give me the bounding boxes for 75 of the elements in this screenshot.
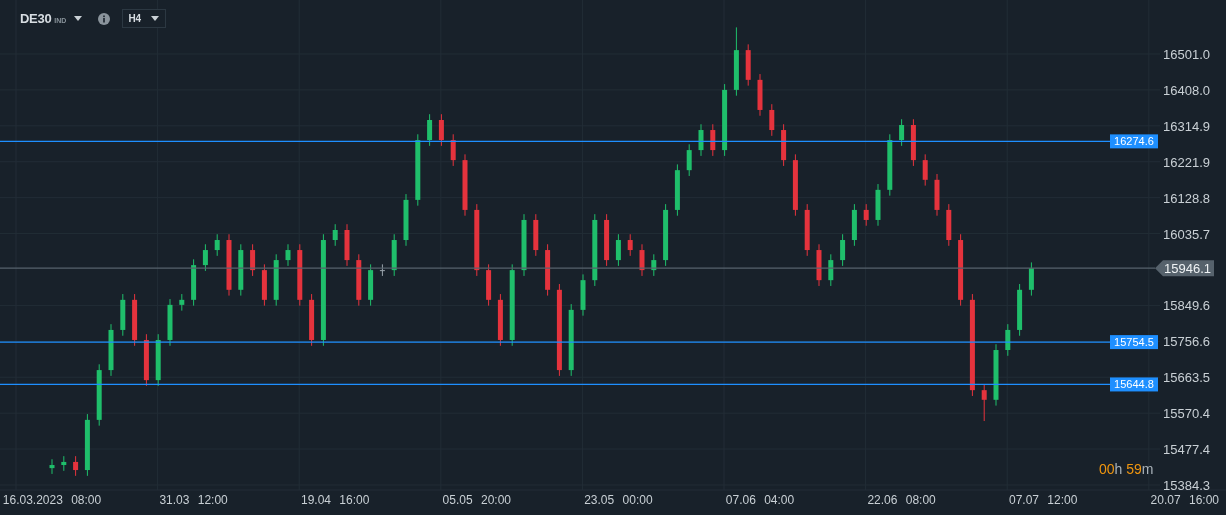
price-axis-label: 15663.5 xyxy=(1163,370,1210,386)
candle xyxy=(568,304,574,376)
price-axis-label: 15477.4 xyxy=(1163,442,1210,458)
candle xyxy=(84,414,90,476)
symbol-name[interactable]: DE30 xyxy=(20,11,52,26)
candle xyxy=(191,259,197,306)
current-price-tag: 15946.1 xyxy=(1155,260,1214,277)
candle xyxy=(887,134,893,196)
price-axis-label: 15756.6 xyxy=(1163,334,1210,350)
level-tag: 15644.8 xyxy=(1110,377,1158,392)
candle xyxy=(486,264,492,306)
candle xyxy=(297,244,303,306)
candle xyxy=(698,124,704,156)
candle xyxy=(663,204,669,266)
price-axis-label: 15849.6 xyxy=(1163,298,1210,314)
info-icon[interactable] xyxy=(98,12,111,25)
caret-icon[interactable] xyxy=(74,16,83,21)
candle xyxy=(167,299,173,346)
candle xyxy=(368,264,374,306)
time-axis-label: 19.04 16:00 xyxy=(301,493,370,507)
candle xyxy=(981,384,987,422)
time-axis-label: 22.06 08:00 xyxy=(867,493,936,507)
time-axis-label: 07.07 12:00 xyxy=(1009,493,1078,507)
price-axis-label: 15570.4 xyxy=(1163,406,1210,422)
candle xyxy=(710,124,716,156)
candle xyxy=(781,124,787,166)
candle xyxy=(261,264,267,306)
candle xyxy=(108,324,114,376)
candle xyxy=(285,244,291,266)
price-axis-label: 16408.0 xyxy=(1163,82,1210,98)
candle xyxy=(993,344,999,406)
candle xyxy=(627,234,633,256)
time-axis-label: 07.06 04:00 xyxy=(725,493,795,507)
price-axis-label: 16035.7 xyxy=(1163,226,1210,242)
level-line[interactable] xyxy=(0,140,1111,142)
level-tag: 15754.5 xyxy=(1110,335,1158,350)
candle xyxy=(497,294,503,346)
candle xyxy=(379,264,385,276)
candle xyxy=(615,234,621,266)
candle xyxy=(674,164,680,216)
candle xyxy=(391,234,397,276)
candle xyxy=(155,334,161,386)
ref-line-label: 16274.6 xyxy=(1114,135,1154,148)
candle xyxy=(132,294,138,346)
price-axis-label: 16128.8 xyxy=(1163,190,1210,206)
ref-line-label: 15754.5 xyxy=(1114,336,1154,349)
candle xyxy=(344,224,350,266)
candle xyxy=(273,254,279,306)
ref-line-label: 15644.8 xyxy=(1114,378,1154,391)
caret-icon xyxy=(151,16,160,21)
candle xyxy=(226,234,232,296)
candle xyxy=(356,254,362,306)
candle xyxy=(745,44,751,86)
candle xyxy=(958,234,964,306)
price-axis-label: 16501.0 xyxy=(1163,47,1210,62)
candle xyxy=(403,194,409,246)
time-axis-label: 16.03.2023 08:00 xyxy=(2,493,102,507)
price-axis-label: 16314.9 xyxy=(1163,118,1210,134)
level-tag: 16274.6 xyxy=(1110,134,1158,149)
price-axis-label: 15384.3 xyxy=(1163,478,1210,493)
time-axis-label: 31.03 12:00 xyxy=(159,493,228,507)
candle xyxy=(686,144,692,176)
candle xyxy=(604,214,610,266)
candle-timer: 00h 59m xyxy=(1099,461,1154,477)
candle xyxy=(214,234,220,256)
candle xyxy=(840,234,846,266)
candle xyxy=(309,294,315,346)
time-axis-label: 05.05 20:00 xyxy=(442,493,511,507)
candle xyxy=(143,334,149,386)
time-axis-label: 20.07 16:00 xyxy=(1150,493,1219,507)
time-axis-label: 23.05 00:00 xyxy=(584,493,653,507)
timeframe-dropdown[interactable]: H4 xyxy=(122,9,167,28)
price-axis-label: 16221.9 xyxy=(1163,154,1210,170)
candle xyxy=(202,244,208,271)
level-line[interactable] xyxy=(0,383,1111,386)
